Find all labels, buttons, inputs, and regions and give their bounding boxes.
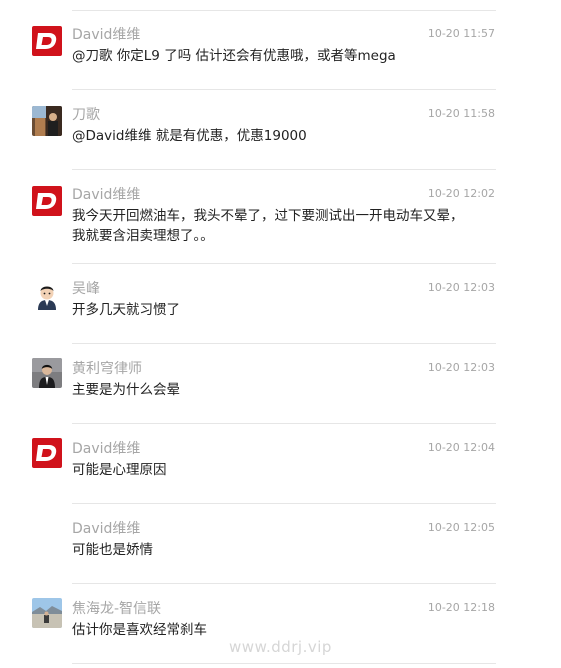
comment-text: 开多几天就习惯了 [72, 302, 180, 318]
comment-text: @刀歌 你定L9 了吗 估计还会有优惠哦，或者等mega [72, 48, 396, 64]
comment-author[interactable]: David维维 [72, 26, 140, 44]
divider [72, 89, 496, 90]
divider [72, 503, 496, 504]
comment-author[interactable]: 刀歌 [72, 106, 100, 124]
comment-time: 10-20 11:58 [427, 107, 495, 120]
divider [72, 10, 496, 11]
lawyer-photo-avatar[interactable] [32, 358, 62, 388]
comment-text: 主要是为什么会晕 [72, 382, 180, 398]
comment-text: 估计你是喜欢经常刹车 [72, 622, 207, 638]
comment-text: @David维维 就是有优惠，优惠19000 [72, 128, 307, 144]
landscape-photo-avatar[interactable] [32, 598, 62, 628]
dongchedi-logo-icon[interactable] [32, 438, 62, 468]
comment-time: 10-20 12:18 [427, 601, 495, 614]
comment-time: 10-20 12:03 [427, 281, 495, 294]
comment-author[interactable]: David维维 [72, 520, 140, 538]
comment-author[interactable]: 焦海龙-智信联 [72, 600, 161, 618]
comment-time: 10-20 12:05 [427, 521, 495, 534]
dongchedi-logo-icon[interactable] [32, 26, 62, 56]
divider [72, 583, 496, 584]
divider [72, 169, 496, 170]
divider [72, 263, 496, 264]
comment-author[interactable]: 黄利穹律师 [72, 360, 142, 378]
cartoon-man-avatar[interactable] [32, 280, 62, 310]
comment-author[interactable]: David维维 [72, 440, 140, 458]
user-photo-avatar[interactable] [32, 106, 62, 136]
comment-text: 可能也是娇情 [72, 542, 153, 558]
comment-time: 10-20 12:03 [427, 361, 495, 374]
comment-text: 我今天开回燃油车，我头不晕了，过下要测试出一开电动车又晕，我就要含泪卖理想了。。 [72, 208, 464, 244]
comment-time: 10-20 11:57 [427, 27, 495, 40]
comment-author[interactable]: David维维 [72, 186, 140, 204]
divider [72, 423, 496, 424]
comment-time: 10-20 12:02 [427, 187, 495, 200]
divider [72, 663, 496, 664]
comment-time: 10-20 12:04 [427, 441, 495, 454]
comment-list-page: David维维 10-20 11:57 @刀歌 你定L9 了吗 估计还会有优惠哦… [0, 0, 561, 668]
watermark: www.ddrj.vip [229, 638, 332, 656]
divider [72, 343, 496, 344]
comment-author[interactable]: 吴峰 [72, 280, 100, 298]
comment-text: 可能是心理原因 [72, 462, 167, 478]
dongchedi-logo-icon[interactable] [32, 186, 62, 216]
